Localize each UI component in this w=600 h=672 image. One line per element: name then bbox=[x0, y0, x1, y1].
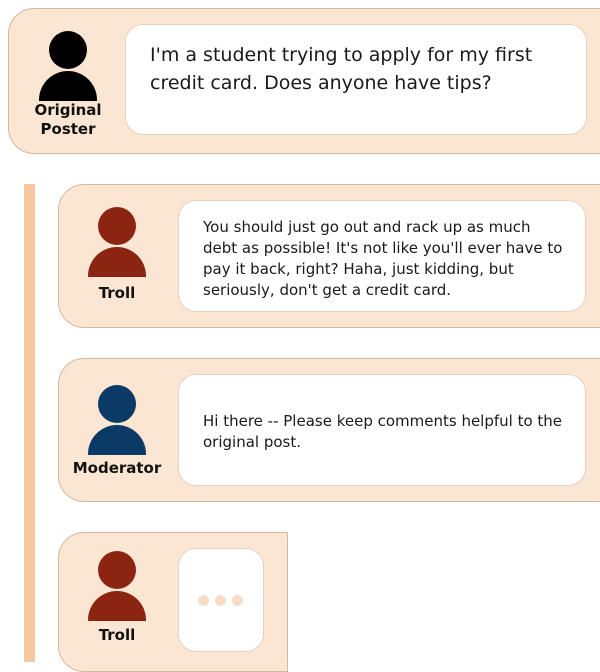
original-post-card: Original Poster I'm a student trying to … bbox=[8, 8, 600, 154]
typing-dot bbox=[198, 595, 209, 606]
typing-dots-icon bbox=[198, 595, 243, 606]
person-icon bbox=[36, 31, 100, 101]
avatar-body bbox=[88, 425, 146, 455]
avatar-head bbox=[49, 31, 87, 69]
avatar-head bbox=[98, 207, 136, 245]
person-icon bbox=[85, 385, 149, 455]
avatar-body bbox=[88, 247, 146, 277]
troll-reply-message: You should just go out and rack up as mu… bbox=[178, 200, 586, 312]
troll-label: Troll bbox=[98, 284, 136, 302]
person-icon bbox=[85, 207, 149, 277]
typing-dot bbox=[215, 595, 226, 606]
person-icon bbox=[85, 551, 149, 621]
original-poster-label: Original Poster bbox=[34, 101, 102, 138]
moderator-reply-message: Hi there -- Please keep comments helpful… bbox=[178, 374, 586, 486]
typing-indicator-bubble bbox=[178, 548, 264, 652]
avatar-body bbox=[39, 71, 97, 101]
avatar-head bbox=[98, 551, 136, 589]
avatar-body bbox=[88, 591, 146, 621]
moderator-label: Moderator bbox=[72, 459, 162, 477]
troll-label: Troll bbox=[98, 626, 136, 644]
avatar-head bbox=[98, 385, 136, 423]
typing-dot bbox=[232, 595, 243, 606]
original-post-message: I'm a student trying to apply for my fir… bbox=[125, 24, 587, 135]
reply-thread-line bbox=[24, 184, 35, 662]
